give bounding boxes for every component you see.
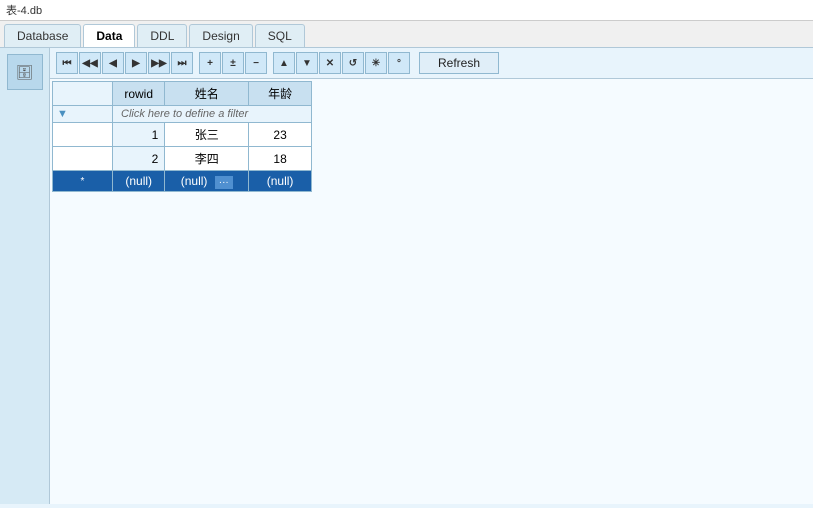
star1-btn[interactable]: ✳ [365,52,387,74]
new-row[interactable]: * (null) (null) ··· (null) [53,171,312,192]
delete-btn[interactable]: − [245,52,267,74]
prev-many-btn[interactable]: ◀◀ [79,52,101,74]
cell-rowid-2[interactable]: 2 [113,147,165,171]
edit-dots-icon[interactable]: ··· [215,176,233,189]
tab-ddl[interactable]: DDL [137,24,187,47]
title-text: 表-4.db [6,5,42,17]
next-btn[interactable]: ▶ [125,52,147,74]
col-header-rowid: rowid [113,82,165,106]
cancel-btn[interactable]: ✕ [319,52,341,74]
toolbar: ⏮ ◀◀ ◀ ▶ ▶▶ ⏭ + ± − ▲ ▼ ✕ ↺ ✳ ° Refresh [50,48,813,79]
col-header-name: 姓名 [165,82,249,106]
content-panel: ⏮ ◀◀ ◀ ▶ ▶▶ ⏭ + ± − ▲ ▼ ✕ ↺ ✳ ° Refresh [50,48,813,504]
data-table: rowid 姓名 年龄 ▼ Click here to define a fil… [52,81,312,192]
add-btn[interactable]: + [199,52,221,74]
table-header-row: rowid 姓名 年龄 [53,82,312,106]
tab-sql[interactable]: SQL [255,24,305,47]
next-many-btn[interactable]: ▶▶ [148,52,170,74]
filter-row[interactable]: ▼ Click here to define a filter [53,106,312,123]
refresh-button[interactable]: Refresh [419,52,499,74]
col-header-age: 年龄 [249,82,312,106]
new-cell-name[interactable]: (null) ··· [165,171,249,192]
sidebar-icon-db[interactable]: 🗄 [7,54,43,90]
cell-age-1[interactable]: 23 [249,123,312,147]
title-bar: 表-4.db [0,0,813,21]
table-row[interactable]: 1 张三 23 [53,123,312,147]
cell-rowid-1[interactable]: 1 [113,123,165,147]
tab-database[interactable]: Database [4,24,81,47]
row-indicator-1 [53,123,113,147]
edit-btn[interactable]: ± [222,52,244,74]
up-btn[interactable]: ▲ [273,52,295,74]
last-btn[interactable]: ⏭ [171,52,193,74]
first-btn[interactable]: ⏮ [56,52,78,74]
cell-name-2[interactable]: 李四 [165,147,249,171]
new-cell-rowid[interactable]: (null) [113,171,165,192]
tab-data[interactable]: Data [83,24,135,47]
sidebar: 🗄 [0,48,50,504]
cell-age-2[interactable]: 18 [249,147,312,171]
new-cell-age[interactable]: (null) [249,171,312,192]
star2-btn[interactable]: ° [388,52,410,74]
cell-name-1[interactable]: 张三 [165,123,249,147]
row-indicator-2 [53,147,113,171]
table-row[interactable]: 2 李四 18 [53,147,312,171]
prev-btn[interactable]: ◀ [102,52,124,74]
table-area: rowid 姓名 年龄 ▼ Click here to define a fil… [50,79,813,504]
tab-bar: Database Data DDL Design SQL [0,21,813,48]
new-row-indicator: * [53,171,113,192]
undo-btn[interactable]: ↺ [342,52,364,74]
filter-icon: ▼ [57,108,68,120]
main-area: 🗄 ⏮ ◀◀ ◀ ▶ ▶▶ ⏭ + ± − ▲ ▼ ✕ ↺ ✳ ° Refres… [0,48,813,504]
down-btn[interactable]: ▼ [296,52,318,74]
tab-design[interactable]: Design [189,24,252,47]
filter-placeholder[interactable]: Click here to define a filter [113,106,312,123]
